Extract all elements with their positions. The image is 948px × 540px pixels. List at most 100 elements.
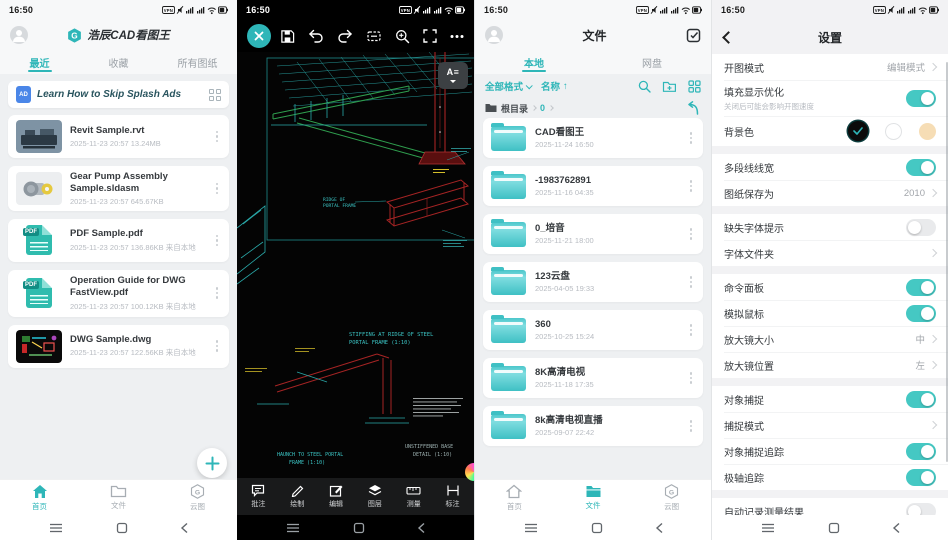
nav-files[interactable]: 文件	[554, 480, 633, 515]
more-icon[interactable]	[687, 132, 695, 144]
tool-edit[interactable]: 编辑	[317, 484, 356, 509]
tool-draw[interactable]: 绘制	[278, 484, 317, 509]
toggle[interactable]	[906, 391, 936, 408]
folder-item[interactable]: 8K高清电视 2025-11-18 17:35	[483, 358, 703, 398]
swatch-black-selected[interactable]	[848, 121, 868, 141]
setting-open-mode[interactable]: 开图模式 编辑模式	[712, 54, 948, 80]
home-button[interactable]	[591, 522, 603, 534]
swatch-white[interactable]	[885, 123, 902, 140]
setting-snap-mode[interactable]: 捕捉模式	[712, 412, 948, 438]
tool-measure[interactable]: 测量	[394, 484, 433, 509]
tool-dimension[interactable]: 标注	[433, 484, 472, 509]
avatar[interactable]	[10, 26, 28, 44]
avatar[interactable]	[485, 26, 503, 44]
sort-control[interactable]: 名称↑	[541, 79, 568, 93]
setting-simulated-mouse[interactable]: 模拟鼠标	[712, 300, 948, 326]
more-icon[interactable]	[687, 276, 695, 288]
toggle[interactable]	[906, 469, 936, 486]
tool-annotate[interactable]: 批注	[239, 484, 278, 509]
menu-button[interactable]	[285, 522, 301, 534]
more-icon[interactable]	[687, 420, 695, 432]
tab-all-drawings[interactable]: 所有图纸	[158, 50, 237, 74]
more-icon[interactable]	[687, 228, 695, 240]
tab-recent[interactable]: 最近	[0, 50, 79, 74]
more-icon[interactable]	[687, 180, 695, 192]
more-icon[interactable]	[687, 324, 695, 336]
tool-layers[interactable]: 图层	[355, 484, 394, 509]
folder-item[interactable]: 360 2025-10-25 15:24	[483, 310, 703, 350]
folder-item[interactable]: 123云盘 2025-04-05 19:33	[483, 262, 703, 302]
toggle[interactable]	[906, 305, 936, 322]
more-icon[interactable]	[213, 340, 221, 352]
file-item[interactable]: DWG Sample.dwg 2025-11-23 20:57 122.56KB…	[8, 325, 229, 368]
setting-polar-tracking[interactable]: 极轴追踪	[712, 464, 948, 490]
swatch-beige[interactable]	[919, 123, 936, 140]
setting-fill-optimization[interactable]: 填充显示优化 关闭后可能会影响开图速度	[712, 80, 948, 116]
tab-favorites[interactable]: 收藏	[79, 50, 158, 74]
file-item[interactable]: Gear Pump Assembly Sample.sldasm 2025-11…	[8, 166, 229, 211]
tab-netdisk[interactable]: 网盘	[593, 50, 711, 74]
nav-home[interactable]: 首页	[475, 480, 554, 515]
breadcrumb-current[interactable]: 0	[540, 103, 545, 113]
home-button[interactable]	[828, 522, 840, 534]
back-button[interactable]	[892, 522, 901, 534]
folder-item[interactable]: -1983762891 2025-11-16 04:35	[483, 166, 703, 206]
more-icon[interactable]	[450, 34, 464, 39]
redo-icon[interactable]	[337, 29, 353, 43]
format-filter[interactable]: 全部格式	[485, 79, 531, 93]
more-icon[interactable]	[213, 287, 221, 299]
toggle[interactable]	[906, 219, 936, 236]
back-button[interactable]	[655, 522, 664, 534]
folder-item[interactable]: 8k高清电视直播 2025-09-07 22:42	[483, 406, 703, 446]
undo-icon[interactable]	[308, 29, 324, 43]
setting-object-snap[interactable]: 对象捕捉	[712, 386, 948, 412]
save-icon[interactable]	[280, 29, 295, 44]
home-button[interactable]	[116, 522, 128, 534]
layout-grid-icon[interactable]	[209, 89, 221, 101]
folder-item[interactable]: 0_培音 2025-11-21 18:00	[483, 214, 703, 254]
text-style-dropdown[interactable]: A≡	[438, 62, 468, 89]
search-icon[interactable]	[638, 80, 651, 93]
more-icon[interactable]	[213, 235, 221, 247]
menu-button[interactable]	[523, 522, 539, 534]
zoom-search-icon[interactable]	[395, 29, 410, 44]
more-icon[interactable]	[687, 372, 695, 384]
setting-object-snap-tracking[interactable]: 对象捕捉追踪	[712, 438, 948, 464]
promo-banner[interactable]: AD Learn How to Skip Splash Ads	[8, 81, 229, 108]
setting-missing-font[interactable]: 缺失字体提示	[712, 214, 948, 240]
close-button[interactable]	[247, 24, 271, 48]
back-button[interactable]	[180, 522, 189, 534]
more-icon[interactable]	[213, 131, 221, 143]
setting-command-panel[interactable]: 命令面板	[712, 274, 948, 300]
file-item[interactable]: PDF PDF Sample.pdf 2025-11-23 20:57 136.…	[8, 219, 229, 262]
tab-local[interactable]: 本地	[475, 50, 593, 74]
multiselect-icon[interactable]	[686, 28, 701, 43]
fullscreen-icon[interactable]	[423, 29, 437, 43]
nav-files[interactable]: 文件	[79, 480, 158, 515]
setting-save-as[interactable]: 图纸保存为 2010	[712, 180, 948, 206]
setting-magnifier-position[interactable]: 放大镜位置 左	[712, 352, 948, 378]
back-button[interactable]	[417, 522, 426, 534]
toggle[interactable]	[906, 279, 936, 296]
setting-magnifier-size[interactable]: 放大镜大小 中	[712, 326, 948, 352]
setting-polyline-width[interactable]: 多段线线宽	[712, 154, 948, 180]
breadcrumb-root[interactable]: 根目录	[501, 102, 528, 115]
file-item[interactable]: Revit Sample.rvt 2025-11-23 20:57 13.24M…	[8, 115, 229, 158]
toggle[interactable]	[906, 443, 936, 460]
nav-cloud[interactable]: G 云图	[158, 480, 237, 515]
setting-font-folder[interactable]: 字体文件夹	[712, 240, 948, 266]
add-button[interactable]	[197, 448, 227, 478]
cad-canvas[interactable]: RIDGE OF PORTAL FRAME STIFFING AT RIDGE …	[237, 52, 474, 478]
new-folder-icon[interactable]	[662, 80, 677, 93]
toggle[interactable]	[906, 90, 936, 107]
up-level-icon[interactable]	[685, 101, 701, 115]
nav-cloud[interactable]: G 云图	[632, 480, 711, 515]
menu-button[interactable]	[48, 522, 64, 534]
file-item[interactable]: PDF Operation Guide for DWG FastView.pdf…	[8, 270, 229, 317]
grid-view-icon[interactable]	[688, 80, 701, 93]
fit-screen-icon[interactable]	[366, 29, 382, 43]
toggle[interactable]	[906, 159, 936, 176]
menu-button[interactable]	[760, 522, 776, 534]
nav-home[interactable]: 首页	[0, 480, 79, 515]
more-icon[interactable]	[213, 183, 221, 195]
